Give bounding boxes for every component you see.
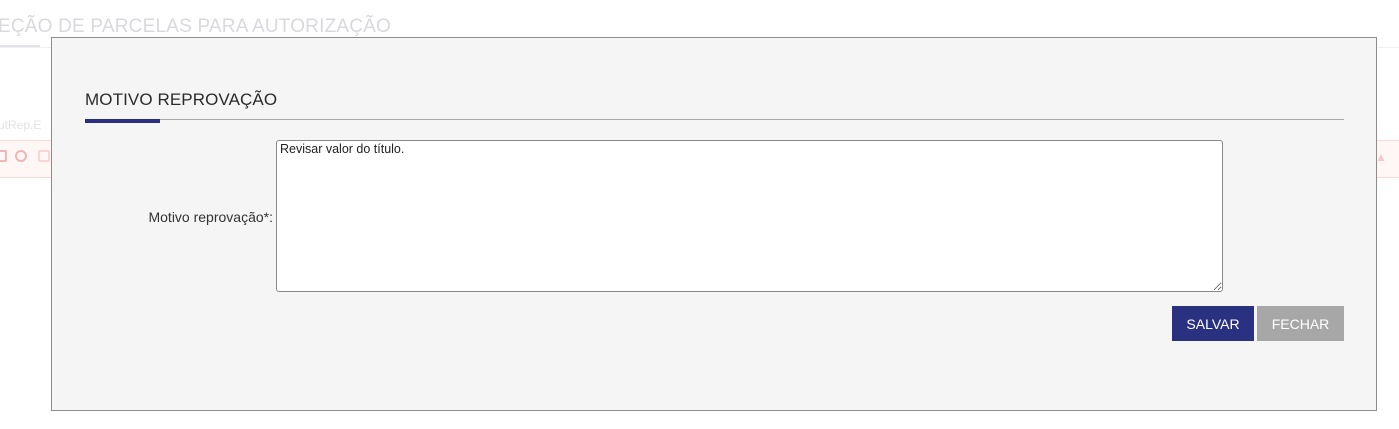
background-row-icon xyxy=(38,150,50,162)
background-id-text: utRep.E xyxy=(0,118,42,132)
close-button[interactable]: FECHAR xyxy=(1257,306,1344,341)
background-block-icon xyxy=(15,150,27,162)
modal-section-title: MOTIVO REPROVAÇÃO xyxy=(85,90,278,109)
save-button[interactable]: SALVAR xyxy=(1172,306,1254,341)
section-title-divider xyxy=(85,119,1344,120)
background-page-title: EÇÃO DE PARCELAS PARA AUTORIZAÇÃO xyxy=(0,16,392,37)
rejection-reason-label: Motivo reprovação*: xyxy=(148,209,273,225)
rejection-reason-textarea[interactable]: Revisar valor do título. xyxy=(276,140,1223,292)
background-checkbox-icon xyxy=(0,150,7,162)
section-title-accent xyxy=(85,119,160,123)
rejection-reason-modal: MOTIVO REPROVAÇÃO Motivo reprovação*: Re… xyxy=(51,37,1377,411)
